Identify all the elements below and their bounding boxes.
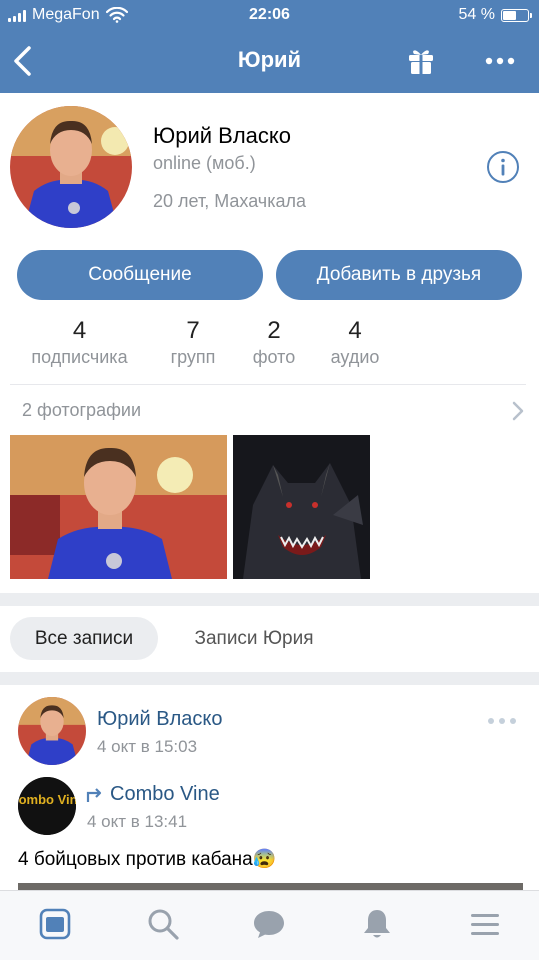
counter-groups[interactable]: 7 групп bbox=[158, 317, 228, 368]
repost-source[interactable]: Combo Vine bbox=[86, 783, 220, 806]
repost-arrow-icon bbox=[86, 787, 102, 802]
photos-title[interactable]: 2 фотографии bbox=[22, 400, 141, 421]
counter-value: 2 bbox=[267, 317, 281, 344]
profile-info: 20 лет, Махачкала bbox=[153, 191, 306, 211]
repost-logo-word-1: Combo Vine bbox=[18, 792, 76, 807]
avatar[interactable] bbox=[10, 106, 132, 228]
repost-author-name[interactable]: Combo Vine bbox=[110, 783, 220, 806]
repost-avatar[interactable]: Combo Vine bbox=[18, 777, 76, 835]
tab-all-posts[interactable]: Все записи bbox=[10, 617, 158, 660]
top-bar: MegaFon 22:06 54 % Юрий bbox=[0, 0, 539, 93]
messages-icon[interactable] bbox=[252, 907, 286, 941]
wall-post: Юрий Власко 4 окт в 15:03 Combo Vine Com… bbox=[0, 685, 539, 890]
photo-thumbnail-2[interactable] bbox=[233, 435, 370, 579]
wall-tabs: Все записи Записи Юрия bbox=[0, 606, 539, 672]
battery-icon bbox=[501, 8, 532, 22]
profile-name: Юрий Власко bbox=[153, 123, 292, 148]
gift-icon[interactable] bbox=[406, 46, 436, 76]
post-text: 4 бойцовых против кабана😰 bbox=[18, 849, 277, 870]
counter-followers[interactable]: 4 подписчика bbox=[22, 317, 137, 368]
counter-audio[interactable]: 4 аудио bbox=[324, 317, 386, 368]
counter-value: 4 bbox=[72, 317, 87, 344]
bottom-tab-bar bbox=[0, 890, 539, 960]
counter-value: 4 bbox=[348, 317, 362, 344]
counters: 4 подписчика 7 групп 2 фото 4 аудио bbox=[0, 317, 539, 377]
post-menu-icon[interactable] bbox=[487, 715, 517, 727]
search-icon[interactable] bbox=[146, 907, 180, 941]
photo-thumbnail-1[interactable] bbox=[10, 435, 227, 579]
repost-timestamp: 4 окт в 13:41 bbox=[87, 812, 188, 831]
online-status: online (моб.) bbox=[153, 153, 256, 173]
info-icon[interactable] bbox=[486, 150, 520, 184]
counter-label: фото bbox=[252, 347, 296, 367]
post-author-avatar[interactable] bbox=[18, 697, 86, 765]
post-author-name[interactable]: Юрий Власко bbox=[97, 708, 222, 731]
post-timestamp: 4 окт в 15:03 bbox=[97, 737, 198, 756]
nav-bar: Юрий bbox=[0, 30, 539, 93]
menu-icon[interactable] bbox=[468, 907, 502, 941]
post-media[interactable] bbox=[18, 883, 523, 890]
notifications-bell-icon[interactable] bbox=[360, 907, 394, 941]
news-feed-icon[interactable] bbox=[38, 907, 72, 941]
battery: 54 % bbox=[458, 6, 532, 24]
divider bbox=[10, 384, 526, 385]
chevron-right-icon[interactable] bbox=[510, 400, 526, 422]
counter-label: подписчика bbox=[31, 347, 128, 367]
battery-percent: 54 % bbox=[458, 6, 495, 23]
add-friend-button[interactable]: Добавить в друзья bbox=[276, 250, 522, 300]
status-bar: MegaFon 22:06 54 % bbox=[0, 0, 539, 30]
counter-photos[interactable]: 2 фото bbox=[246, 317, 302, 368]
counter-label: аудио bbox=[330, 347, 380, 367]
more-options-icon[interactable] bbox=[484, 47, 516, 75]
tab-user-posts[interactable]: Записи Юрия bbox=[174, 617, 334, 660]
profile-card: Юрий Власко online (моб.) 20 лет, Махачк… bbox=[0, 93, 539, 593]
page-title: Юрий bbox=[237, 47, 302, 72]
counter-label: групп bbox=[170, 347, 216, 367]
counter-value: 7 bbox=[186, 317, 200, 344]
message-button[interactable]: Сообщение bbox=[17, 250, 263, 300]
